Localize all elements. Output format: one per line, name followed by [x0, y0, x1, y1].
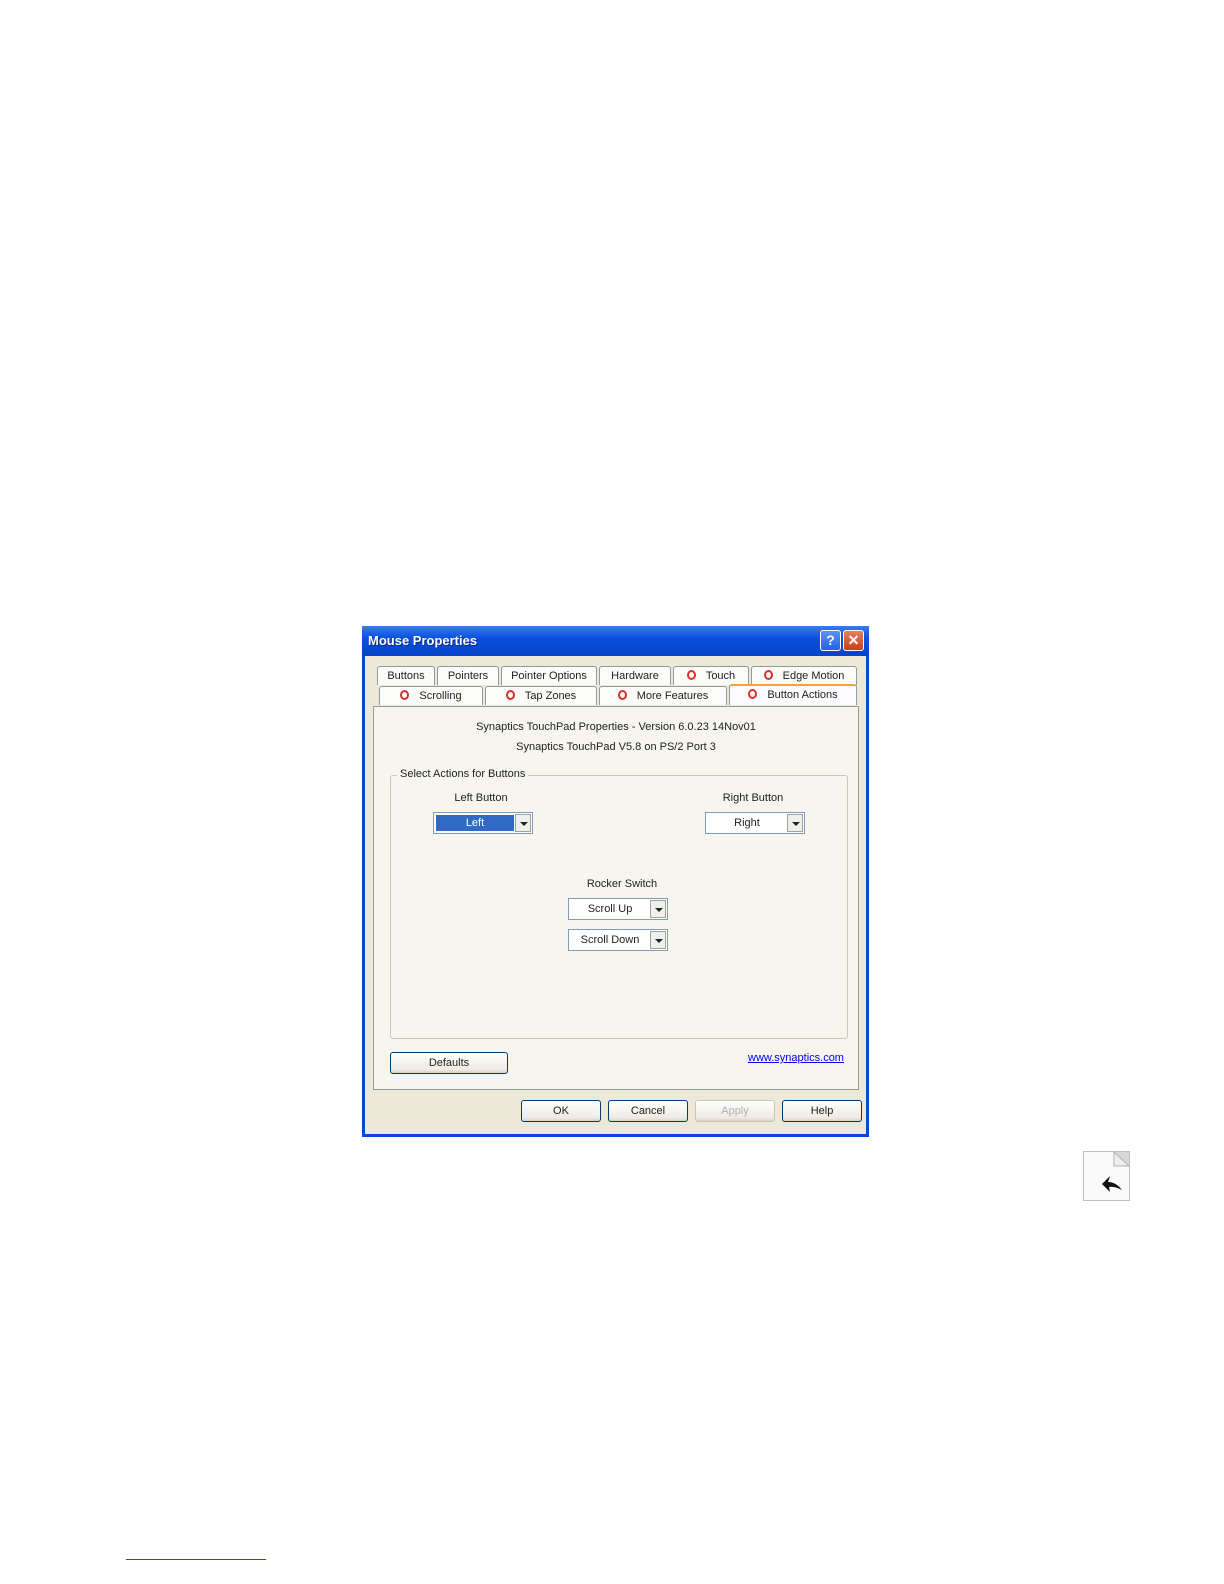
button-actions-group: Select Actions for Buttons Left Button L… — [390, 768, 848, 1039]
synaptics-link[interactable]: www.synaptics.com — [748, 1052, 844, 1064]
device-text: Synaptics TouchPad V5.8 on PS/2 Port 3 — [516, 741, 716, 753]
tab-panel: Synaptics TouchPad Properties - Version … — [373, 706, 859, 1090]
tab-label: Pointers — [447, 670, 489, 682]
synaptics-swirl-icon — [400, 690, 410, 700]
chevron-down-icon[interactable] — [650, 900, 666, 918]
left-button-label: Left Button — [454, 792, 508, 804]
synaptics-swirl-icon — [763, 670, 773, 680]
chevron-down-icon[interactable] — [650, 931, 666, 949]
footnote-rule — [126, 1559, 266, 1560]
version-text: Synaptics TouchPad Properties - Version … — [476, 721, 756, 733]
mouse-properties-dialog: Mouse Properties ? ✕ Buttons Pointers Po… — [362, 626, 869, 1137]
synaptics-swirl-icon — [505, 690, 515, 700]
tab-button-actions[interactable]: Button Actions — [729, 684, 857, 705]
rocker-up-value: Scroll Up — [587, 903, 633, 915]
apply-button: Apply — [695, 1100, 775, 1122]
chevron-down-icon[interactable] — [515, 814, 531, 832]
tab-label: Touch — [705, 670, 736, 682]
right-button-label: Right Button — [722, 792, 784, 804]
synaptics-swirl-icon — [686, 670, 696, 680]
tab-edge-motion[interactable]: Edge Motion — [751, 666, 857, 685]
rocker-down-value: Scroll Down — [580, 934, 640, 946]
title-bar[interactable]: Mouse Properties ? ✕ — [362, 626, 869, 656]
tab-buttons[interactable]: Buttons — [377, 666, 435, 685]
left-button-value: Left — [436, 815, 514, 831]
cancel-button[interactable]: Cancel — [608, 1100, 688, 1122]
synaptics-swirl-icon — [748, 689, 758, 699]
tab-pointer-options[interactable]: Pointer Options — [501, 666, 597, 685]
help-button[interactable]: Help — [782, 1100, 862, 1122]
window-title: Mouse Properties — [368, 633, 478, 648]
rocker-switch-label: Rocker Switch — [586, 878, 658, 890]
tab-label: Pointer Options — [511, 670, 587, 682]
tab-more-features[interactable]: More Features — [599, 686, 727, 705]
curl-arrow-icon — [1083, 1150, 1131, 1201]
tab-label: More Features — [636, 690, 709, 702]
defaults-button[interactable]: Defaults — [390, 1052, 508, 1074]
help-title-button[interactable]: ? — [820, 630, 841, 651]
tab-label: Scrolling — [419, 690, 462, 702]
close-title-button[interactable]: ✕ — [843, 630, 864, 651]
tab-label: Tap Zones — [524, 690, 577, 702]
right-button-select[interactable]: Right — [705, 812, 805, 834]
tab-hardware[interactable]: Hardware — [599, 666, 671, 685]
tab-touch[interactable]: Touch — [673, 666, 749, 685]
tab-label: Hardware — [611, 670, 659, 682]
tab-tap-zones[interactable]: Tap Zones — [485, 686, 597, 705]
tab-scrolling[interactable]: Scrolling — [379, 686, 483, 705]
ok-button[interactable]: OK — [521, 1100, 601, 1122]
tab-pointers[interactable]: Pointers — [437, 666, 499, 685]
right-button-value: Right — [734, 817, 760, 829]
left-button-select[interactable]: Left — [433, 812, 533, 834]
group-label: Select Actions for Buttons — [397, 768, 529, 780]
tab-label: Buttons — [387, 670, 425, 682]
rocker-up-select[interactable]: Scroll Up — [568, 898, 668, 920]
synaptics-swirl-icon — [617, 690, 627, 700]
curl-arrow-svg — [1102, 1150, 1131, 1192]
chevron-down-icon[interactable] — [787, 814, 803, 832]
rocker-down-select[interactable]: Scroll Down — [568, 929, 668, 951]
tab-label: Button Actions — [767, 689, 838, 701]
tab-label: Edge Motion — [782, 670, 845, 682]
